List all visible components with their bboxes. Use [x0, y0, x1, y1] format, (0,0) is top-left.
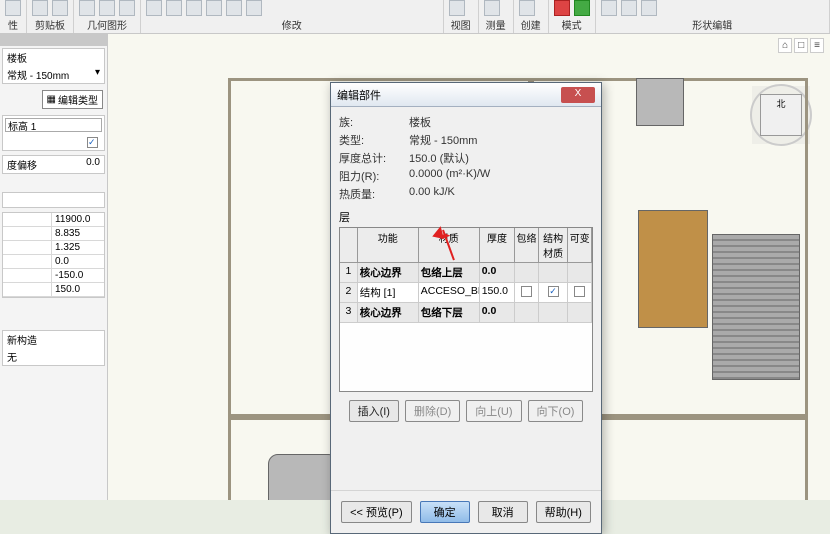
ok-button[interactable]: 确定 — [420, 501, 470, 523]
ribbon-icon[interactable] — [226, 0, 242, 16]
ribbon-icon[interactable] — [99, 0, 115, 16]
level-input[interactable] — [5, 118, 102, 132]
table-row[interactable]: 1 核心边界 包络上层 0.0 — [340, 263, 592, 283]
ribbon-icon[interactable] — [621, 0, 637, 16]
help-button[interactable]: 帮助(H) — [536, 501, 591, 523]
dim-val[interactable]: -150.0 — [52, 269, 104, 282]
type-category: 楼板 — [7, 50, 27, 65]
ribbon-icon[interactable] — [519, 0, 535, 16]
ribbon-group-properties: 性 — [3, 16, 23, 33]
table-row[interactable]: 3 核心边界 包络下层 0.0 — [340, 303, 592, 323]
offset-value[interactable]: 0.0 — [86, 157, 100, 172]
ribbon-icon[interactable] — [119, 0, 135, 16]
mass-value: 0.00 kJ/K — [409, 186, 593, 202]
ribbon-icon[interactable] — [186, 0, 202, 16]
dim-val[interactable]: 8.835 — [52, 227, 104, 240]
variable-checkbox[interactable] — [574, 286, 585, 297]
cancel-button[interactable]: 取消 — [478, 501, 528, 523]
type-label: 类型: — [339, 132, 409, 148]
none-value[interactable]: 无 — [7, 349, 17, 364]
col-material[interactable]: 材质 — [419, 228, 480, 263]
resistance-label: 阻力(R): — [339, 168, 409, 184]
ribbon-icon[interactable] — [246, 0, 262, 16]
ribbon: 性 剪贴板 几何图形 修改 视图 测量 创建 模式 形状编辑 — [0, 0, 830, 34]
ribbon-icon[interactable] — [449, 0, 465, 16]
family-label: 族: — [339, 114, 409, 130]
ribbon-icon[interactable] — [206, 0, 222, 16]
wrap-checkbox[interactable] — [521, 286, 532, 297]
col-wraps[interactable]: 包络 — [515, 228, 539, 263]
delete-button: 删除(D) — [405, 400, 460, 422]
col-thickness[interactable]: 厚度 — [480, 228, 515, 263]
col-structural[interactable]: 结构材质 — [539, 228, 569, 263]
table-row[interactable]: 2 结构 [1] ACCESO_BL… 150.0 — [340, 283, 592, 303]
ribbon-icon[interactable] — [601, 0, 617, 16]
col-num[interactable] — [340, 228, 358, 263]
ribbon-group-modify: 修改 — [144, 16, 440, 33]
insert-button[interactable]: 插入(I) — [349, 400, 399, 422]
ribbon-icon[interactable] — [641, 0, 657, 16]
col-function[interactable]: 功能 — [358, 228, 419, 263]
ribbon-group-create: 创建 — [517, 16, 545, 33]
close-button[interactable]: X — [561, 87, 595, 103]
dialog-title: 编辑部件 — [337, 87, 381, 103]
thickness-label: 厚度总计: — [339, 150, 409, 166]
grid-icon: ▦ — [47, 94, 56, 105]
dialog-titlebar[interactable]: 编辑部件 X — [331, 83, 601, 107]
ribbon-icon[interactable] — [79, 0, 95, 16]
ribbon-group-view: 视图 — [447, 16, 475, 33]
ribbon-icon[interactable] — [146, 0, 162, 16]
move-down-button: 向下(O) — [528, 400, 584, 422]
properties-panel: 楼板 常规 - 150mm ▾ ▦编辑类型 度偏移 0.0 11900.0 8.83… — [0, 34, 108, 500]
ribbon-icon[interactable] — [32, 0, 48, 16]
level-checkbox[interactable] — [87, 137, 98, 148]
type-name[interactable]: 常规 - 150mm — [7, 67, 69, 82]
type-value: 常规 - 150mm — [409, 132, 593, 148]
cancel-icon[interactable] — [554, 0, 570, 16]
layers-grid[interactable]: 功能 材质 厚度 包络 结构材质 可变 1 核心边界 包络上层 0.0 2 结构… — [339, 227, 593, 392]
structural-checkbox[interactable] — [548, 286, 559, 297]
edit-type-button[interactable]: ▦编辑类型 — [42, 90, 103, 109]
edit-assembly-dialog: 编辑部件 X 族:楼板 类型:常规 - 150mm 厚度总计:150.0 (默认… — [330, 82, 602, 534]
ribbon-icon[interactable] — [484, 0, 500, 16]
ribbon-icon[interactable] — [166, 0, 182, 16]
ribbon-group-clipboard: 剪贴板 — [30, 16, 70, 33]
ribbon-icon[interactable] — [52, 0, 68, 16]
ribbon-group-measure: 测量 — [482, 16, 510, 33]
offset-label: 度偏移 — [7, 157, 37, 172]
ribbon-group-shape-edit: 形状编辑 — [599, 16, 826, 33]
mass-label: 热质量: — [339, 186, 409, 202]
family-value: 楼板 — [409, 114, 593, 130]
col-variable[interactable]: 可变 — [568, 228, 592, 263]
thickness-value: 150.0 (默认) — [409, 150, 593, 166]
ribbon-group-geometry: 几何图形 — [77, 16, 137, 33]
ribbon-icon[interactable] — [5, 0, 21, 16]
dimensions-grid: 11900.0 8.835 1.325 0.0 -150.0 150.0 — [2, 212, 105, 298]
chevron-down-icon[interactable]: ▾ — [95, 67, 100, 82]
dim-val[interactable]: 150.0 — [52, 283, 104, 296]
layers-label: 层 — [339, 209, 593, 225]
preview-button[interactable]: << 预览(P) — [341, 501, 412, 523]
move-up-button: 向上(U) — [466, 400, 521, 422]
finish-icon[interactable] — [574, 0, 590, 16]
new-construct-label: 新构造 — [7, 332, 37, 347]
resistance-value: 0.0000 (m²·K)/W — [409, 168, 593, 184]
dim-val[interactable]: 11900.0 — [52, 213, 104, 226]
dim-val[interactable]: 1.325 — [52, 241, 104, 254]
ribbon-group-mode: 模式 — [552, 16, 592, 33]
dim-val[interactable]: 0.0 — [52, 255, 104, 268]
